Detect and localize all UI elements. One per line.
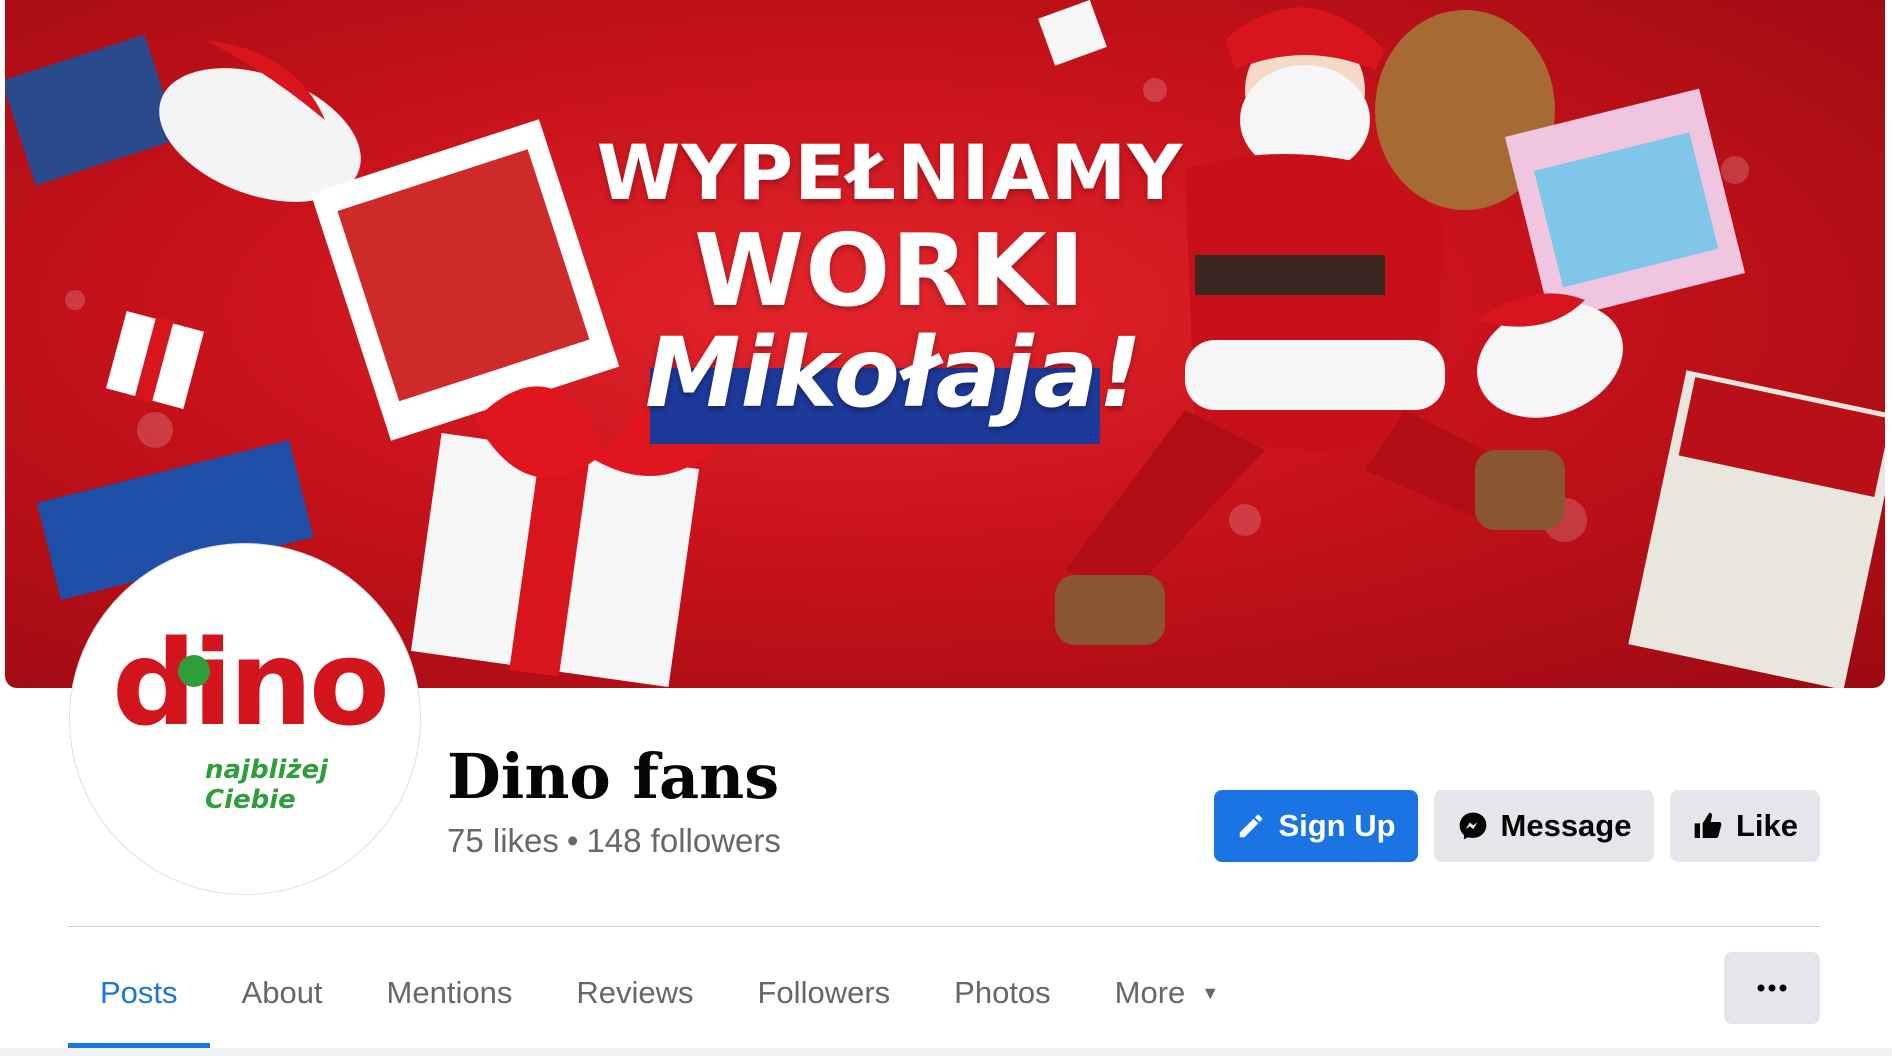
tab-reviews[interactable]: Reviews <box>544 938 725 1048</box>
tab-label: Mentions <box>386 975 513 1010</box>
cover-headline-line1: WYPEŁNIAMY <box>596 128 1184 217</box>
like-label: Like <box>1735 808 1799 843</box>
tab-label: Followers <box>757 975 891 1010</box>
tab-label: About <box>241 975 323 1010</box>
tab-mentions[interactable]: Mentions <box>355 938 545 1048</box>
sign-up-button[interactable]: Sign Up <box>1214 790 1418 862</box>
more-options-button[interactable] <box>1724 952 1820 1024</box>
ellipsis-icon <box>1757 979 1787 997</box>
tabs-divider <box>68 926 1820 927</box>
likes-count[interactable]: 75 likes <box>447 822 559 859</box>
cover-headline-script: Mikołaja! <box>645 317 1143 429</box>
tab-followers[interactable]: Followers <box>726 938 923 1048</box>
tab-label: More <box>1114 975 1186 1010</box>
sign-up-label: Sign Up <box>1278 808 1396 843</box>
feed-background-edge <box>0 1048 1892 1056</box>
logo-tagline: najbliżej Ciebie <box>205 755 329 815</box>
message-label: Message <box>1500 808 1632 843</box>
profile-avatar[interactable]: dino najbliżej Ciebie <box>70 544 420 894</box>
pencil-icon <box>1236 811 1266 841</box>
caret-down-icon: ▼ <box>1201 982 1220 1003</box>
tab-label: Photos <box>954 975 1051 1010</box>
logo-green-dot <box>178 655 210 687</box>
tab-posts[interactable]: Posts <box>68 938 210 1048</box>
tab-label: Posts <box>100 975 178 1010</box>
cover-headline-line2: WORKI <box>693 212 1086 329</box>
page-stats: 75 likes • 148 followers <box>447 822 781 860</box>
thumbs-up-icon <box>1692 810 1724 842</box>
tab-label: Reviews <box>576 975 694 1010</box>
message-button[interactable]: Message <box>1434 790 1654 862</box>
logo-word: dino <box>112 614 390 752</box>
like-button[interactable]: Like <box>1670 790 1820 862</box>
stats-separator: • <box>566 822 579 859</box>
followers-count[interactable]: 148 followers <box>586 822 780 859</box>
tab-about[interactable]: About <box>210 938 355 1048</box>
cover-headline: WYPEŁNIAMY WORKI <box>590 128 1190 324</box>
page-title: Dino fans <box>447 740 780 813</box>
tab-photos[interactable]: Photos <box>922 938 1083 1048</box>
page-tabs: Posts About Mentions Reviews Followers P… <box>68 938 1251 1048</box>
tab-more[interactable]: More ▼ <box>1083 938 1251 1048</box>
messenger-icon <box>1457 810 1489 842</box>
